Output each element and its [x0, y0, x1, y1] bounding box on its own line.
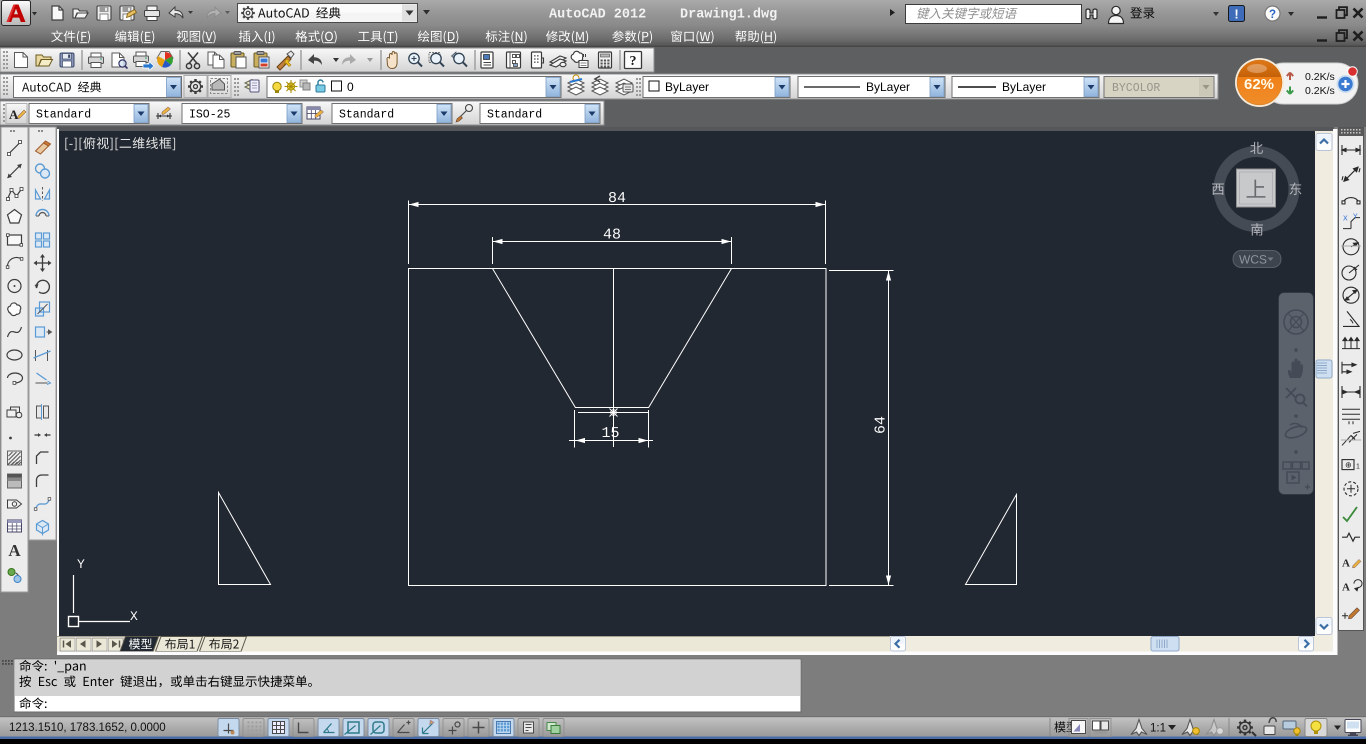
svg-text:A: A — [8, 541, 21, 560]
svg-text:ByLayer: ByLayer — [1002, 80, 1046, 94]
svg-text:1:1: 1:1 — [1150, 723, 1166, 735]
svg-text:0.2K/s: 0.2K/s — [1305, 71, 1335, 83]
svg-text:Standard: Standard — [339, 109, 394, 122]
svg-text:AutoCAD 2012: AutoCAD 2012 — [549, 8, 646, 23]
svg-text:Standard: Standard — [487, 109, 542, 122]
svg-text:62%: 62% — [1244, 76, 1274, 93]
svg-text:ByLayer: ByLayer — [665, 80, 709, 94]
svg-text:ISO-25: ISO-25 — [189, 109, 231, 122]
svg-text:1213.1510, 1783.1652, 0.0000: 1213.1510, 1783.1652, 0.0000 — [9, 722, 166, 734]
svg-text:!: ! — [1234, 7, 1238, 22]
svg-text:A: A — [1342, 557, 1350, 569]
svg-text:BYCOLOR: BYCOLOR — [1112, 82, 1160, 95]
svg-text:?: ? — [1269, 9, 1276, 21]
svg-text:0: 0 — [347, 80, 354, 94]
svg-text:A: A — [9, 107, 19, 122]
svg-text:A: A — [1342, 582, 1350, 594]
svg-text:Y: Y — [1353, 214, 1358, 221]
svg-text:?: ? — [630, 54, 637, 69]
svg-text:Standard: Standard — [36, 109, 91, 122]
svg-text:⊕: ⊕ — [1345, 461, 1352, 470]
svg-text:X: X — [1343, 216, 1348, 223]
svg-text:ByLayer: ByLayer — [866, 80, 910, 94]
svg-text:1: 1 — [1356, 464, 1360, 471]
svg-text:Drawing1.dwg: Drawing1.dwg — [680, 8, 777, 23]
svg-text:0.2K/s: 0.2K/s — [1305, 85, 1335, 97]
